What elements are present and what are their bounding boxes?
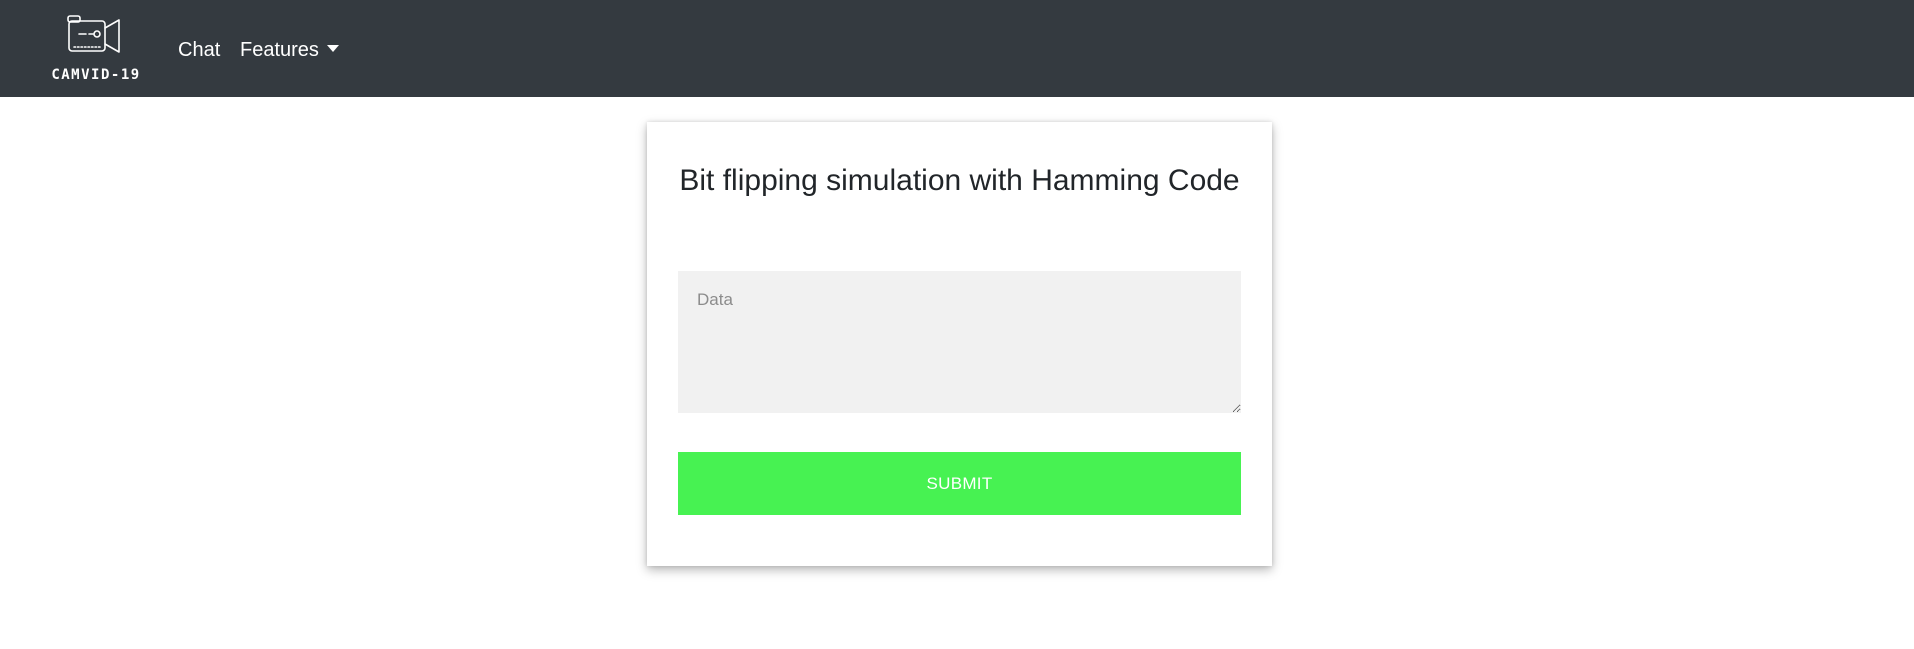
- camera-icon: [67, 15, 120, 53]
- hamming-form-card: Bit flipping simulation with Hamming Cod…: [647, 122, 1272, 566]
- nav-link-features-label: Features: [240, 39, 319, 61]
- caret-down-icon: [326, 45, 339, 53]
- nav-link-chat[interactable]: Chat: [178, 36, 220, 64]
- brand-name: CAMVID-19: [51, 67, 141, 83]
- data-input[interactable]: [678, 271, 1241, 413]
- brand-link[interactable]: CAMVID-19: [44, 12, 148, 88]
- page-title: Bit flipping simulation with Hamming Cod…: [679, 164, 1240, 197]
- navbar: CAMVID-19 Chat Features: [0, 0, 1914, 97]
- nav-dropdown-features[interactable]: Features: [240, 36, 339, 64]
- submit-button[interactable]: SUBMIT: [678, 452, 1241, 515]
